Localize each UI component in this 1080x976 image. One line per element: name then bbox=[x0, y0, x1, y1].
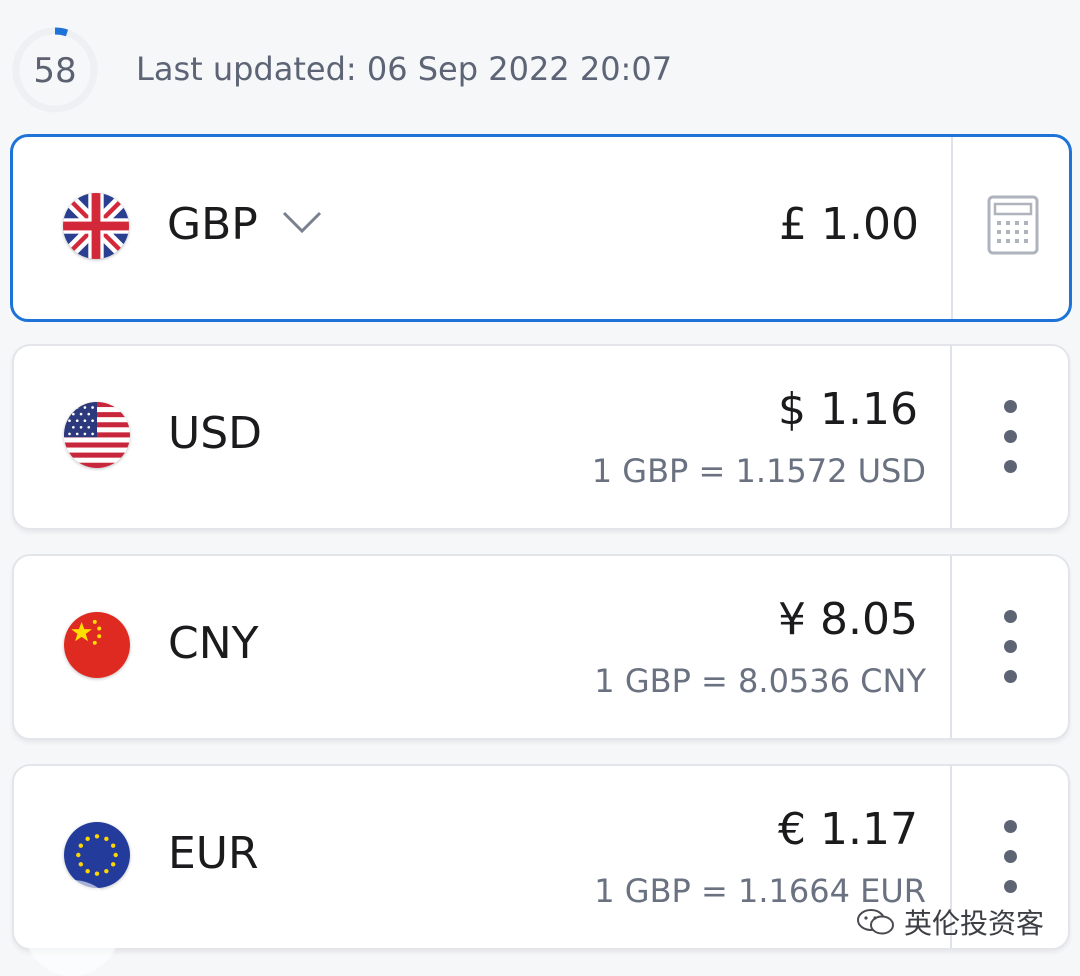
eu-flag-icon bbox=[64, 822, 130, 888]
menu-dot bbox=[1004, 640, 1017, 653]
exchange-rate-text: 1 GBP = 1.1572 USD bbox=[591, 452, 926, 490]
menu-dot bbox=[1004, 460, 1017, 473]
timer-value: 58 bbox=[33, 51, 77, 91]
calculator-icon[interactable] bbox=[987, 195, 1039, 259]
currency-code: CNY bbox=[168, 618, 259, 669]
currency-code: USD bbox=[168, 408, 263, 459]
floating-button-shadow bbox=[24, 880, 120, 976]
currency-amount: $ 1.16 bbox=[778, 384, 918, 435]
more-options-icon[interactable] bbox=[972, 600, 1048, 696]
exchange-rate-text: 1 GBP = 8.0536 CNY bbox=[594, 662, 926, 700]
menu-dot bbox=[1004, 430, 1017, 443]
watermark-text: 英伦投资客 bbox=[903, 907, 1044, 940]
base-currency-card[interactable]: GBP £ 1.00 bbox=[10, 134, 1072, 322]
refresh-timer[interactable]: 58 bbox=[12, 27, 98, 113]
currency-amount: ¥ 8.05 bbox=[778, 594, 918, 645]
menu-dot bbox=[1004, 850, 1017, 863]
card-divider bbox=[951, 137, 953, 319]
currency-card-usd[interactable]: USD $ 1.16 1 GBP = 1.1572 USD bbox=[12, 344, 1070, 530]
base-currency-code: GBP bbox=[167, 199, 258, 250]
last-updated-text: Last updated: 06 Sep 2022 20:07 bbox=[136, 50, 673, 88]
currency-card-cny[interactable]: CNY ¥ 8.05 1 GBP = 8.0536 CNY bbox=[12, 554, 1070, 740]
menu-dot bbox=[1004, 880, 1017, 893]
base-amount-input[interactable]: £ 1.00 bbox=[779, 199, 919, 250]
uk-flag-icon bbox=[63, 193, 129, 259]
cn-flag-icon bbox=[64, 612, 130, 678]
menu-dot bbox=[1004, 670, 1017, 683]
chevron-down-icon[interactable] bbox=[281, 209, 323, 239]
us-flag-icon bbox=[64, 402, 130, 468]
currency-amount: € 1.17 bbox=[778, 804, 918, 855]
menu-dot bbox=[1004, 820, 1017, 833]
card-divider bbox=[950, 556, 952, 738]
currency-code: EUR bbox=[168, 828, 259, 879]
menu-dot bbox=[1004, 610, 1017, 623]
header: 58 Last updated: 06 Sep 2022 20:07 bbox=[0, 0, 1080, 130]
card-divider bbox=[950, 346, 952, 528]
more-options-icon[interactable] bbox=[972, 390, 1048, 486]
watermark: 英伦投资客 bbox=[856, 902, 1044, 942]
wechat-icon bbox=[856, 909, 894, 935]
menu-dot bbox=[1004, 400, 1017, 413]
more-options-icon[interactable] bbox=[972, 810, 1048, 906]
